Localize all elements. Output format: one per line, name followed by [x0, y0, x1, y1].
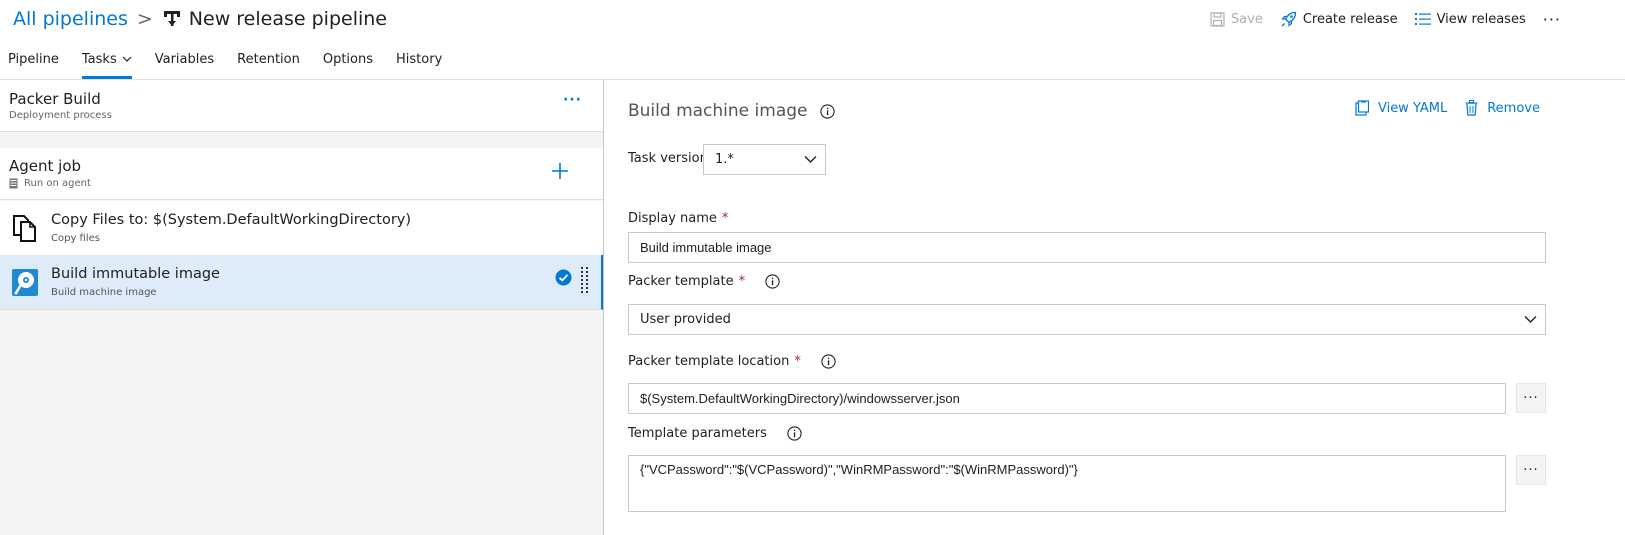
display-name-input[interactable]	[628, 232, 1546, 263]
add-task-icon[interactable]	[549, 160, 571, 182]
release-pipeline-icon	[163, 11, 180, 26]
view-releases-button[interactable]: View releases	[1414, 11, 1526, 27]
breadcrumb-separator: >	[136, 8, 153, 30]
tab-options[interactable]: Options	[323, 47, 373, 80]
chevron-down-icon	[1524, 315, 1537, 323]
packer-template-select[interactable]: User provided	[628, 304, 1546, 335]
detail-scrollbar[interactable]	[1619, 80, 1625, 535]
server-icon	[9, 178, 18, 189]
agent-job-subtitle-row: Run on agent	[9, 178, 91, 189]
display-name-label: Display name	[628, 211, 717, 226]
template-params-label-row: Template parameters	[628, 426, 802, 441]
view-yaml-button[interactable]: View YAML	[1355, 100, 1447, 116]
required-mark: *	[721, 211, 729, 226]
display-name-label-row: Display name *	[628, 211, 728, 226]
edit-template-params-button[interactable]: ···	[1516, 455, 1546, 485]
chevron-down-icon	[122, 56, 132, 62]
breadcrumb-all-pipelines[interactable]: All pipelines	[13, 8, 128, 30]
save-button[interactable]: Save	[1210, 12, 1263, 27]
clipboard-icon	[1355, 100, 1369, 116]
tab-tasks[interactable]: Tasks	[81, 47, 132, 80]
detail-title: Build machine image	[628, 101, 808, 121]
process-more-button[interactable]: ···	[563, 92, 582, 108]
breadcrumb: All pipelines > New release pipeline	[13, 4, 387, 34]
tab-retention-label: Retention	[237, 52, 300, 67]
chevron-down-icon	[804, 155, 817, 163]
packer-template-value: User provided	[640, 312, 731, 327]
trash-icon	[1465, 100, 1478, 116]
remove-button[interactable]: Remove	[1465, 100, 1540, 116]
rocket-icon	[1281, 11, 1296, 27]
process-title: Packer Build	[9, 90, 101, 108]
tab-tasks-label: Tasks	[81, 52, 117, 67]
remove-label: Remove	[1487, 100, 1540, 116]
task-version-label: Task version	[628, 151, 708, 166]
packer-disk-icon	[12, 269, 38, 296]
more-actions-button[interactable]: ···	[1543, 10, 1561, 29]
tab-pipeline-label: Pipeline	[8, 52, 59, 67]
browse-template-location-button[interactable]: ···	[1516, 383, 1546, 413]
required-mark: *	[738, 274, 746, 289]
template-params-textarea[interactable]: {"VCPassword":"$(VCPassword)","WinRMPass…	[628, 455, 1506, 512]
template-location-label-row: Packer template location *	[628, 354, 836, 369]
task-row-copy-files[interactable]: Copy Files to: $(System.DefaultWorkingDi…	[0, 201, 603, 256]
copy-files-icon	[13, 215, 36, 242]
save-label: Save	[1230, 11, 1263, 27]
info-icon[interactable]	[765, 274, 780, 289]
tab-history-label: History	[396, 52, 443, 67]
task-title: Copy Files to: $(System.DefaultWorkingDi…	[51, 212, 412, 228]
tab-variables[interactable]: Variables	[155, 47, 214, 80]
agent-job-subtitle: Run on agent	[24, 178, 91, 189]
view-releases-label: View releases	[1436, 11, 1526, 27]
template-location-label: Packer template location	[628, 354, 790, 369]
save-disk-icon	[1210, 11, 1225, 27]
packer-template-label-row: Packer template *	[628, 274, 780, 289]
page-title: New release pipeline	[188, 8, 387, 30]
template-params-label: Template parameters	[628, 426, 767, 441]
tab-retention[interactable]: Retention	[237, 47, 300, 80]
template-location-input[interactable]	[628, 383, 1506, 414]
command-bar: Save Create release View releases ···	[1210, 6, 1625, 32]
task-subtitle: Copy files	[51, 233, 100, 244]
deployment-process[interactable]: Packer Build Deployment process ···	[0, 80, 603, 132]
info-icon[interactable]	[819, 103, 835, 119]
tab-bar: Pipeline Tasks Variables Retention Optio…	[0, 47, 442, 80]
info-icon[interactable]	[821, 354, 836, 369]
task-detail-pane: Build machine image View YAML Remove Tas…	[605, 80, 1625, 535]
required-mark: *	[794, 354, 801, 369]
header: All pipelines > New release pipeline Sav…	[0, 0, 1625, 80]
drag-handle-icon[interactable]	[581, 267, 589, 295]
task-version-label-row: Task version	[628, 151, 708, 166]
packer-template-label: Packer template	[628, 274, 734, 289]
view-yaml-label: View YAML	[1377, 100, 1448, 116]
agent-job-title: Agent job	[9, 157, 82, 175]
detail-actions: View YAML Remove	[1355, 100, 1540, 116]
task-list-pane: Packer Build Deployment process ··· Agen…	[0, 80, 604, 535]
task-row-build-image[interactable]: Build immutable image Build machine imag…	[0, 255, 603, 310]
create-release-label: Create release	[1302, 11, 1398, 27]
list-icon	[1414, 13, 1431, 25]
tab-options-label: Options	[322, 52, 374, 67]
create-release-button[interactable]: Create release	[1280, 11, 1398, 28]
info-icon[interactable]	[787, 426, 802, 441]
tab-pipeline[interactable]: Pipeline	[8, 47, 59, 80]
tab-history[interactable]: History	[396, 47, 442, 80]
task-title: Build immutable image	[51, 266, 220, 282]
task-subtitle: Build machine image	[51, 287, 157, 298]
task-version-value: 1.*	[715, 152, 734, 167]
check-circle-icon[interactable]	[555, 269, 572, 286]
agent-job[interactable]: Agent job Run on agent	[0, 148, 603, 200]
task-version-select[interactable]: 1.*	[703, 144, 826, 175]
process-subtitle: Deployment process	[9, 110, 112, 121]
detail-title-row: Build machine image	[628, 101, 835, 121]
tab-variables-label: Variables	[154, 52, 215, 67]
